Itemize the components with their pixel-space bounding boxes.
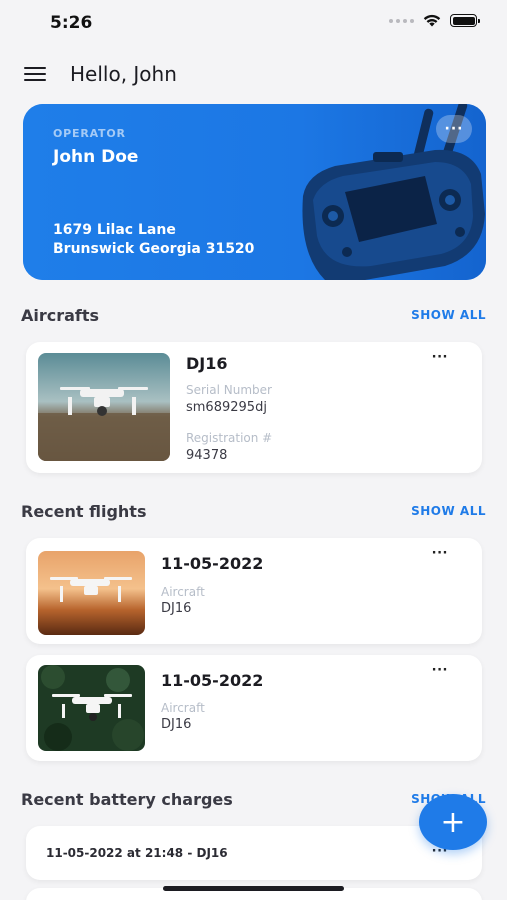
operator-more-button[interactable]: ··· — [436, 115, 472, 143]
flight-date: 11-05-2022 — [161, 554, 264, 573]
app-screen: 5:26 Hello, John OPERATOR John Doe 1679 … — [0, 0, 507, 900]
operator-card[interactable]: OPERATOR John Doe 1679 Lilac Lane Brunsw… — [23, 104, 486, 280]
aircraft-thumbnail — [38, 353, 170, 461]
flight-thumbnail — [38, 665, 145, 751]
header: Hello, John — [0, 55, 507, 95]
battery-charge-card[interactable]: 11-05-2022 at 21:48 - DJ16 ··· — [26, 826, 482, 880]
flight-card[interactable]: 11-05-2022 Aircraft DJ16 ··· — [26, 538, 482, 644]
aircraft-card[interactable]: DJ16 Serial Number sm689295dj Registrati… — [26, 342, 482, 473]
address-line-1: 1679 Lilac Lane — [53, 222, 176, 238]
flight-aircraft-value: DJ16 — [161, 601, 192, 616]
cellular-signal-icon — [389, 18, 414, 23]
battery-icon — [450, 14, 480, 27]
serial-number-value: sm689295dj — [186, 400, 267, 415]
drone-sunset-image — [38, 551, 145, 635]
operator-label: OPERATOR — [53, 127, 126, 140]
hamburger-menu-icon[interactable] — [24, 67, 46, 81]
flight-more-button[interactable]: ··· — [432, 663, 448, 678]
battery-charge-text: 11-05-2022 at 21:48 - DJ16 — [46, 846, 228, 860]
flight-date: 11-05-2022 — [161, 671, 264, 690]
registration-label: Registration # — [186, 431, 273, 445]
recent-flights-show-all-link[interactable]: SHOW ALL — [411, 504, 486, 518]
serial-number-label: Serial Number — [186, 383, 272, 397]
greeting-title: Hello, John — [70, 62, 177, 86]
aircrafts-section-title: Aircrafts — [21, 306, 100, 325]
aircraft-name: DJ16 — [186, 354, 228, 373]
drone-image — [38, 353, 170, 461]
status-time: 5:26 — [50, 13, 93, 33]
add-fab-button[interactable]: + — [419, 794, 487, 850]
flight-more-button[interactable]: ··· — [432, 546, 448, 561]
registration-value: 94378 — [186, 448, 228, 463]
home-indicator — [163, 886, 344, 891]
flight-card[interactable]: 11-05-2022 Aircraft DJ16 ··· — [26, 655, 482, 761]
recent-flights-section-title: Recent flights — [21, 502, 147, 521]
flight-thumbnail — [38, 551, 145, 635]
drone-forest-image — [38, 665, 145, 751]
operator-name: John Doe — [53, 147, 139, 167]
status-bar: 5:26 — [0, 0, 507, 46]
aircrafts-show-all-link[interactable]: SHOW ALL — [411, 308, 486, 322]
status-icons — [389, 14, 480, 27]
address-line-2: Brunswick Georgia 31520 — [53, 241, 255, 257]
operator-address: 1679 Lilac Lane Brunswick Georgia 31520 — [53, 221, 254, 259]
battery-charges-section-title: Recent battery charges — [21, 790, 233, 809]
flight-aircraft-label: Aircraft — [161, 585, 205, 599]
flight-aircraft-value: DJ16 — [161, 717, 192, 732]
aircraft-more-button[interactable]: ··· — [432, 350, 448, 365]
wifi-icon — [423, 14, 441, 27]
flight-aircraft-label: Aircraft — [161, 701, 205, 715]
